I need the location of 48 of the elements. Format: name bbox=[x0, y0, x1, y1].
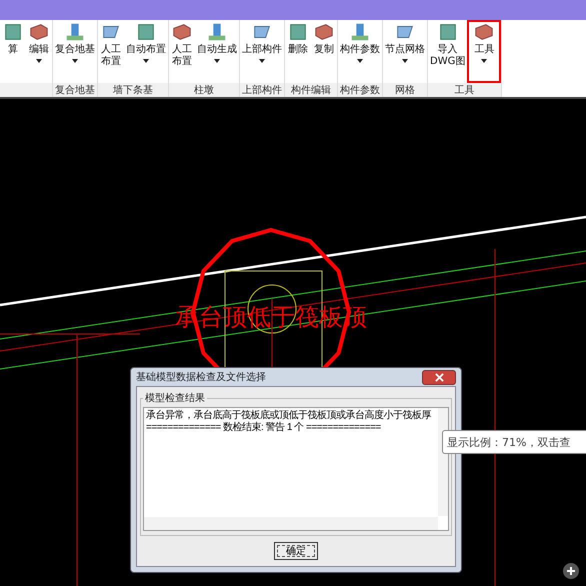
add-icon[interactable] bbox=[563, 563, 579, 579]
tool-icon bbox=[2, 21, 24, 43]
group-label: 构件参数 bbox=[338, 83, 382, 97]
ribbon-button[interactable]: 人工 布置 bbox=[98, 20, 124, 83]
ribbon-button[interactable]: 人工 布置 bbox=[169, 20, 195, 83]
caret-icon bbox=[259, 59, 265, 63]
ribbon-button[interactable]: 复制 bbox=[311, 20, 337, 83]
group-label: 墙下条基 bbox=[98, 83, 168, 97]
tool-icon bbox=[287, 21, 309, 43]
group-label: 工具 bbox=[428, 83, 502, 97]
ok-button[interactable]: 确定 bbox=[274, 542, 318, 560]
group-label: 网格 bbox=[383, 83, 427, 97]
tool-icon bbox=[349, 21, 371, 43]
close-button[interactable] bbox=[422, 370, 456, 384]
group-label: 上部构件 bbox=[240, 83, 284, 97]
group-label bbox=[0, 83, 52, 97]
group-label: 复合地基 bbox=[53, 83, 97, 97]
ribbon-button[interactable]: 构件参数 bbox=[338, 20, 382, 83]
caret-icon bbox=[357, 59, 363, 63]
close-icon bbox=[434, 372, 444, 382]
caret-icon bbox=[36, 59, 42, 63]
dialog-title: 基础模型数据检查及文件选择 bbox=[136, 370, 266, 384]
group-label: 构件编辑 bbox=[285, 83, 337, 97]
tool-icon bbox=[206, 21, 228, 43]
ribbon-button[interactable]: 自动布置 bbox=[124, 20, 168, 83]
group-box-label: 模型检查结果 bbox=[144, 392, 206, 405]
result-line: 承台异常，承台底高于筏板底或顶低于筏板顶或承台高度小于筏板厚 bbox=[146, 410, 432, 422]
ribbon-button[interactable]: 上部构件 bbox=[240, 20, 284, 83]
ribbon-button[interactable]: 工具 bbox=[467, 20, 502, 83]
caret-icon bbox=[72, 59, 78, 63]
ribbon-button[interactable]: 节点网格 bbox=[383, 20, 427, 83]
caret-icon bbox=[143, 59, 149, 63]
result-line: ============== 数检结束: 警告 1 个 ============== bbox=[146, 422, 382, 434]
horizontal-scrollbar[interactable] bbox=[144, 517, 438, 530]
tool-icon bbox=[135, 21, 157, 43]
caret-icon bbox=[402, 59, 408, 63]
group-label: 柱墩 bbox=[169, 83, 239, 97]
ribbon-button[interactable]: 算 bbox=[0, 20, 26, 83]
ribbon-button[interactable]: 复合地基 bbox=[53, 20, 97, 83]
ribbon-button[interactable]: 导入 DWG图 bbox=[428, 20, 468, 83]
caret-icon bbox=[481, 59, 488, 63]
result-text-area[interactable]: 承台异常，承台底高于筏板底或顶低于筏板顶或承台高度小于筏板厚 ============== 数检结束: 警告 1 个 ============== bbox=[143, 407, 449, 531]
tooltip: 显示比例：71%，双击查 bbox=[442, 430, 586, 454]
ribbon-button[interactable]: 编辑 bbox=[26, 20, 52, 83]
ribbon-button[interactable]: 自动生成 bbox=[195, 20, 239, 83]
caret-icon bbox=[214, 59, 220, 63]
ribbon-button[interactable]: 删除 bbox=[285, 20, 311, 83]
tool-icon bbox=[64, 21, 86, 43]
